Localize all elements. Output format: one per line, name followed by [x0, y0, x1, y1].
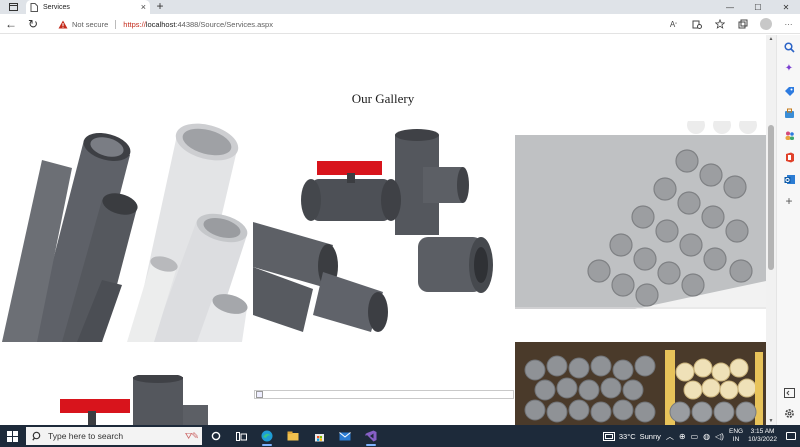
notification-icon[interactable]: [786, 432, 796, 440]
url-host: localhost: [145, 19, 176, 29]
broken-image-icon: [256, 391, 263, 398]
toolbar-icons: Aⁿ ···: [662, 14, 800, 34]
system-tray: 33°C Sunny ︿ ⊕ ▭ ◍ ◁) ENG IN 3:15 AM 10/…: [602, 425, 800, 447]
gallery-title: Our Gallery: [351, 91, 415, 106]
clock-time: 3:15 AM: [750, 428, 775, 435]
start-button[interactable]: [0, 425, 24, 447]
read-aloud-icon[interactable]: Aⁿ: [662, 14, 685, 34]
tab-title: Services: [43, 3, 70, 11]
gallery-image-ball-valve-fittings[interactable]: [253, 127, 515, 332]
page-viewport: Our Gallery: [0, 35, 766, 425]
gallery-image-pipe-warehouse[interactable]: [515, 342, 766, 425]
url-text: https://localhost:44388/Source/Services.…: [123, 20, 273, 29]
language-code: ENG: [728, 428, 744, 435]
wifi-icon[interactable]: ◍: [703, 432, 710, 441]
search-icon[interactable]: [783, 41, 795, 53]
gallery-image-grey-pipe-stack[interactable]: [515, 121, 766, 309]
taskbar-search-box[interactable]: Type here to search ⛛✎: [26, 427, 202, 445]
page-scrollbar[interactable]: ▲ ▼: [766, 35, 776, 425]
tab-close-icon[interactable]: ×: [141, 2, 146, 12]
minimize-button[interactable]: —: [716, 0, 744, 14]
clock-date: 10/3/2022: [748, 436, 777, 443]
tools-icon[interactable]: [783, 107, 795, 119]
gallery-image-valve-second[interactable]: [58, 375, 218, 425]
favorites-star-icon[interactable]: [708, 14, 731, 34]
more-icon[interactable]: ···: [777, 14, 800, 34]
windows-taskbar: Type here to search ⛛✎ 33°C Sunny ︿ ⊕ ▭ …: [0, 425, 800, 447]
hide-sidebar-icon[interactable]: [783, 387, 795, 399]
profile-icon[interactable]: [754, 14, 777, 34]
taskbar-search-placeholder: Type here to search: [48, 431, 124, 441]
weather-widget[interactable]: 33°C Sunny: [602, 431, 661, 441]
volume-icon[interactable]: ◁): [715, 432, 724, 441]
weather-temp: 33°C: [618, 431, 636, 441]
add-icon[interactable]: +: [783, 195, 795, 207]
warning-icon: [58, 20, 68, 28]
language-indicator[interactable]: ENG IN: [729, 428, 743, 444]
weather-icon: [602, 431, 615, 441]
tab-actions-icon: [8, 3, 18, 11]
visual-studio-icon[interactable]: [360, 425, 382, 447]
new-tab-button[interactable]: +: [153, 0, 167, 14]
address-divider: [115, 19, 117, 29]
browser-tab[interactable]: Services ×: [26, 0, 150, 14]
settings-icon[interactable]: [783, 407, 795, 419]
tracking-prevention-icon[interactable]: [685, 14, 708, 34]
close-window-button[interactable]: ✕: [772, 0, 800, 14]
search-highlight-icon: ⛛✎: [184, 430, 199, 441]
weather-desc: Sunny: [639, 431, 661, 441]
task-view-icon[interactable]: [230, 425, 252, 447]
tab-actions-button[interactable]: [0, 0, 26, 14]
url-scheme: https://: [123, 19, 146, 29]
page-icon: [30, 2, 38, 12]
edge-sidebar: ✦ +: [776, 35, 800, 425]
edge-taskbar-icon[interactable]: [256, 425, 278, 447]
copilot-icon[interactable]: ✦: [783, 63, 795, 75]
windows-logo-icon: [6, 430, 18, 442]
scrollbar-thumb[interactable]: [768, 125, 774, 270]
mail-icon[interactable]: [334, 425, 356, 447]
gallery-image-grey-white-pipes[interactable]: [2, 110, 252, 342]
file-explorer-icon[interactable]: [282, 425, 304, 447]
store-icon[interactable]: [308, 425, 330, 447]
search-glass-icon: [32, 431, 41, 441]
scroll-up-icon[interactable]: ▲: [766, 35, 776, 43]
url-path: :44388/Source/Services.aspx: [175, 19, 273, 29]
network-icon[interactable]: ⊕: [679, 432, 686, 441]
scroll-down-icon[interactable]: ▼: [766, 417, 776, 425]
shopping-tag-icon[interactable]: [783, 85, 795, 97]
tray-chevron-up-icon[interactable]: ︿: [666, 431, 674, 442]
gallery-image-broken[interactable]: [254, 390, 514, 399]
region-code: IN: [732, 436, 740, 443]
back-button[interactable]: ←: [0, 14, 22, 34]
cortana-icon[interactable]: [205, 425, 227, 447]
security-label: Not secure: [72, 19, 109, 29]
outlook-icon[interactable]: [783, 173, 795, 185]
address-bar[interactable]: Not secure https://localhost:44388/Sourc…: [52, 16, 684, 32]
maximize-button[interactable]: ☐: [744, 0, 772, 14]
battery-icon[interactable]: ▭: [691, 432, 699, 441]
office-icon[interactable]: [783, 151, 795, 163]
window-controls: — ☐ ✕: [716, 0, 800, 14]
clock[interactable]: 3:15 AM 10/3/2022: [748, 428, 777, 444]
browser-toolbar: ← ↻ Not secure https://localhost:44388/S…: [0, 14, 800, 34]
collections-icon[interactable]: [731, 14, 754, 34]
people-icon[interactable]: [783, 129, 795, 141]
refresh-button[interactable]: ↻: [22, 14, 44, 34]
